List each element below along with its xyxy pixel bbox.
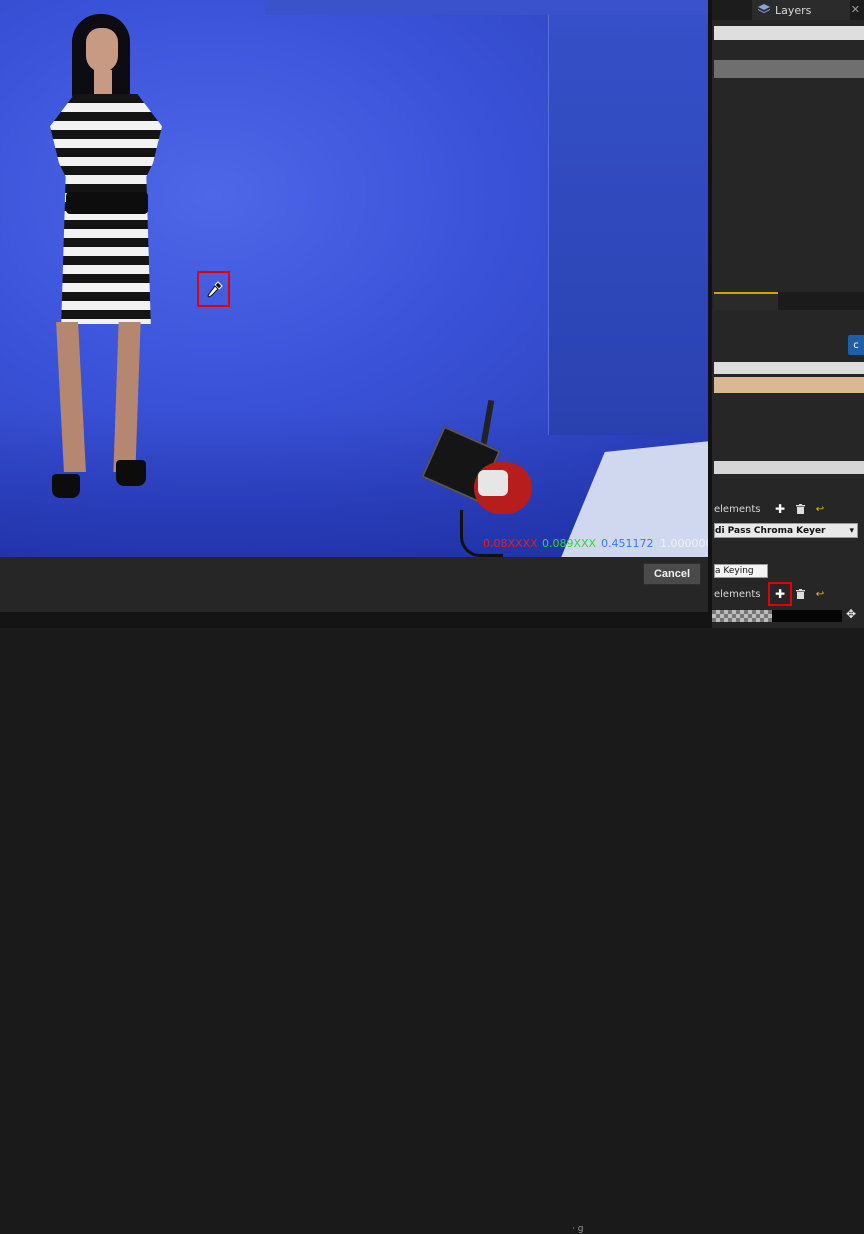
property-field[interactable]	[714, 362, 864, 374]
elements-label: elements	[714, 503, 761, 515]
lamp-stripe	[478, 470, 508, 496]
belt	[66, 192, 148, 214]
panel-divider[interactable]	[708, 0, 712, 628]
selected-layer-row[interactable]	[714, 60, 864, 78]
color-picker-dialog: 0.08XXXX 0.089XXX 0.451172 1.000000 Canc…	[0, 0, 712, 612]
background-editor-panel: Layers ✕ c elements ✚ ↩ di Pass Chroma K…	[712, 0, 864, 628]
left-shoe	[52, 474, 80, 498]
neck	[94, 70, 112, 96]
backdrop-wall	[548, 15, 712, 435]
layers-tab-label: Layers	[775, 3, 812, 17]
layers-tab[interactable]: Layers	[752, 0, 850, 20]
chevron-down-icon: ▾	[849, 525, 854, 536]
keyer-select-value: di Pass Chroma Keyer	[715, 525, 826, 536]
green-value: 0.089XXX	[542, 537, 597, 550]
studio-light	[421, 399, 544, 557]
alpha-value: 1.000000	[660, 537, 712, 550]
tab-active[interactable]	[714, 292, 778, 310]
person	[36, 14, 176, 504]
trash-icon[interactable]	[792, 586, 808, 602]
right-shoe	[116, 460, 146, 486]
right-leg	[113, 322, 141, 472]
plus-icon[interactable]: ✚	[768, 582, 792, 606]
close-icon[interactable]: ✕	[851, 3, 860, 16]
property-field-2[interactable]	[714, 461, 864, 474]
keying-label: a Keying	[715, 566, 754, 576]
color-swatch-field[interactable]	[714, 377, 864, 393]
status-strip: · g	[0, 612, 712, 1234]
move-icon[interactable]: ✥	[846, 607, 856, 621]
layers-header: Layers ✕	[712, 0, 864, 20]
elements-label-2: elements	[714, 588, 761, 600]
preview-viewport[interactable]: 0.08XXXX 0.089XXX 0.451172 1.000000	[0, 0, 712, 557]
plus-icon[interactable]: ✚	[772, 501, 788, 517]
elements-row-2: elements ✚ ↩	[714, 582, 864, 606]
blue-value: 0.451172	[601, 537, 654, 550]
backdrop-band	[265, 0, 712, 15]
keying-name-field[interactable]: a Keying	[714, 564, 768, 578]
blue-action-button[interactable]: c	[848, 335, 864, 355]
keyer-select[interactable]: di Pass Chroma Keyer ▾	[714, 523, 858, 538]
panel-tabs	[714, 292, 864, 310]
trash-icon[interactable]	[792, 501, 808, 517]
layers-icon	[758, 3, 770, 17]
color-swatch[interactable]	[772, 610, 842, 622]
dialog-footer	[0, 557, 712, 612]
red-value: 0.08XXXX	[483, 537, 538, 550]
cancel-button[interactable]: Cancel	[643, 563, 701, 585]
undo-icon[interactable]: ↩	[812, 586, 828, 602]
eyedropper-icon[interactable]	[201, 275, 229, 305]
left-leg	[56, 322, 86, 472]
undo-icon[interactable]: ↩	[812, 501, 828, 517]
elements-row: elements ✚ ↩	[714, 500, 864, 518]
search-field[interactable]	[714, 26, 864, 40]
checker-swatch	[712, 610, 772, 622]
face	[86, 28, 118, 72]
status-mark: · g	[572, 1224, 584, 1234]
